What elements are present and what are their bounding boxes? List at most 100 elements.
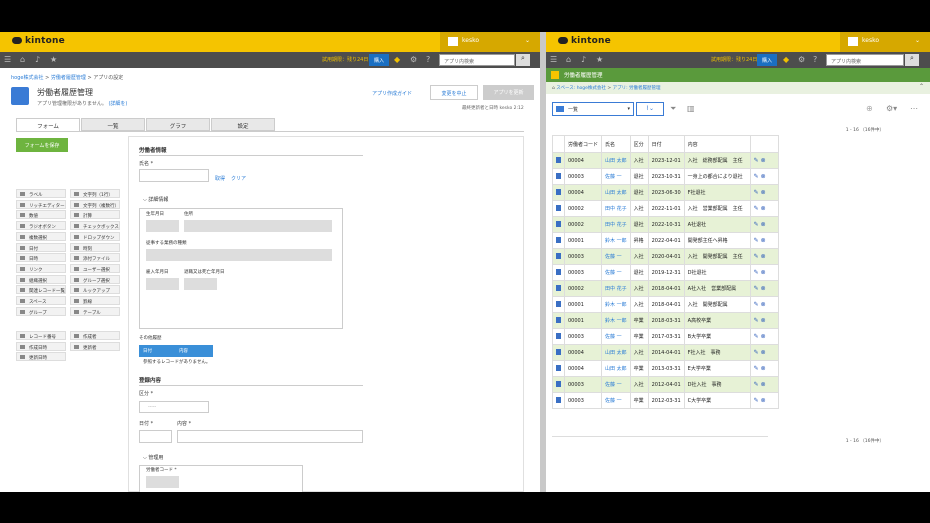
edit-icon[interactable]: ✎	[754, 333, 761, 340]
cell-name[interactable]: 鈴木 一郎	[601, 296, 631, 313]
help-icon[interactable]: ?	[426, 55, 430, 64]
delete-icon[interactable]: ⊗	[761, 269, 766, 276]
edit-icon[interactable]: ✎	[754, 253, 761, 260]
edit-icon[interactable]: ✎	[754, 381, 761, 388]
graph-select-button[interactable]: ⌇⌄	[636, 102, 664, 116]
tab-settings[interactable]: 設定	[211, 118, 275, 131]
delete-icon[interactable]: ⊗	[761, 237, 766, 244]
record-detail-cell[interactable]	[552, 376, 565, 393]
cell-name[interactable]: 田中 花子	[601, 200, 631, 217]
edit-icon[interactable]: ✎	[754, 205, 761, 212]
category-dropdown[interactable]: -----	[139, 401, 209, 413]
app-note-link[interactable]: (詳細を)	[108, 101, 127, 107]
delete-icon[interactable]: ⊗	[761, 317, 766, 324]
date-field[interactable]	[139, 430, 172, 443]
lookup-clear-link[interactable]: クリア	[231, 175, 246, 182]
palette-field[interactable]: 日付	[16, 242, 66, 252]
app-search-input[interactable]: アプリ内検索	[439, 54, 515, 66]
job-field[interactable]	[146, 249, 332, 261]
edit-icon[interactable]: ✎	[754, 221, 761, 228]
edit-icon[interactable]: ✎	[754, 269, 761, 276]
name-field[interactable]	[139, 169, 209, 182]
edit-icon[interactable]: ✎	[754, 285, 761, 292]
delete-icon[interactable]: ⊗	[761, 173, 766, 180]
star-icon[interactable]: ★	[50, 55, 57, 64]
palette-field[interactable]: 作成者	[70, 331, 120, 340]
app-search-input[interactable]: アプリ内検索	[826, 54, 904, 66]
table-row[interactable]: 00001 鈴木 一郎 卒業 2018-03-31 A高校卒業 ✎ ⊗	[552, 312, 779, 329]
bell-icon[interactable]: ♪	[35, 55, 40, 64]
content-field[interactable]	[177, 430, 363, 443]
document-icon[interactable]	[556, 236, 561, 243]
document-icon[interactable]	[556, 396, 561, 403]
breadcrumb-app[interactable]: アプリ: 労働者履歴管理	[613, 86, 661, 91]
document-icon[interactable]	[556, 172, 561, 179]
delete-icon[interactable]: ⊗	[761, 365, 766, 372]
record-detail-cell[interactable]	[552, 248, 565, 265]
record-detail-cell[interactable]	[552, 328, 565, 345]
star-icon[interactable]: ★	[596, 55, 603, 64]
bell-icon[interactable]: ♪	[581, 55, 586, 64]
col-content[interactable]: 内容	[683, 135, 751, 153]
palette-field[interactable]: ラジオボタン	[16, 221, 66, 231]
table-row[interactable]: 00003 佐藤 一入社 2020-04-01 入社 開発部配属 主任 ✎ ⊗	[552, 248, 779, 265]
hire-field[interactable]	[146, 278, 179, 290]
delete-icon[interactable]: ⊗	[761, 205, 766, 212]
palette-field[interactable]: ラベル	[16, 189, 66, 198]
palette-field[interactable]: 文字列（複数行）	[70, 199, 120, 209]
palette-field[interactable]: 数値	[16, 210, 66, 220]
table-row[interactable]: 00003 佐藤 一卒業 2012-03-31 C大学卒業 ✎ ⊗	[552, 392, 779, 409]
palette-field[interactable]: 複数選択	[16, 231, 66, 241]
more-options-icon[interactable]: ⋯	[910, 104, 918, 113]
palette-field[interactable]: 日時	[16, 253, 66, 263]
edit-icon[interactable]: ✎	[754, 237, 761, 244]
edit-icon[interactable]: ✎	[754, 397, 761, 404]
document-icon[interactable]	[556, 156, 561, 163]
menu-icon[interactable]: ☰	[550, 55, 557, 64]
cell-name[interactable]: 佐藤 一	[601, 264, 631, 281]
cell-name[interactable]: 田中 花子	[601, 216, 631, 233]
edit-icon[interactable]: ✎	[754, 301, 761, 308]
palette-field[interactable]: テーブル	[70, 306, 120, 316]
record-detail-cell[interactable]	[552, 184, 565, 201]
delete-icon[interactable]: ⊗	[761, 221, 766, 228]
palette-field[interactable]: 組織選択	[16, 274, 66, 284]
table-row[interactable]: 00004 山田 太郎 入社 2014-04-01 F社入社 事務 ✎ ⊗	[552, 344, 779, 361]
palette-field[interactable]: ルックアップ	[70, 285, 120, 295]
table-row[interactable]: 00003 佐藤 一入社 2012-04-01 D社入社 事務 ✎ ⊗	[552, 376, 779, 393]
bar-chart-icon[interactable]: ▥	[687, 104, 695, 113]
document-icon[interactable]	[556, 268, 561, 275]
table-row[interactable]: 00002 田中 花子 入社 2022-11-01 入社 営業部配属 主任 ✎ ⊗	[552, 200, 779, 217]
cancel-changes-button[interactable]: 変更を中止	[430, 85, 478, 100]
edit-icon[interactable]: ✎	[754, 157, 761, 164]
table-row[interactable]: 00004 山田 太郎 入社 2023-12-01 入社 総務部配属 主任 ✎ ⊗	[552, 152, 779, 169]
document-icon[interactable]	[556, 364, 561, 371]
palette-field[interactable]: レコード番号	[16, 331, 66, 340]
palette-field[interactable]: 更新日時	[16, 352, 66, 362]
cell-name[interactable]: 佐藤 一	[601, 328, 631, 345]
tab-list[interactable]: 一覧	[81, 118, 145, 131]
delete-icon[interactable]: ⊗	[761, 253, 766, 260]
palette-field[interactable]: グループ	[16, 306, 66, 316]
update-app-button[interactable]: アプリを更新	[483, 85, 534, 100]
document-icon[interactable]	[556, 300, 561, 307]
cell-name[interactable]: 田中 花子	[601, 280, 631, 297]
palette-field[interactable]: グループ選択	[70, 274, 120, 284]
palette-field[interactable]: ドロップダウン	[70, 231, 120, 241]
palette-field[interactable]: リンク	[16, 263, 66, 273]
delete-icon[interactable]: ⊗	[761, 381, 766, 388]
cell-name[interactable]: 佐藤 一	[601, 392, 631, 409]
beginner-icon[interactable]: ◆	[394, 55, 400, 64]
document-icon[interactable]	[556, 220, 561, 227]
palette-field[interactable]: リッチエディター	[16, 199, 66, 209]
worker-code-field[interactable]	[146, 476, 179, 488]
record-detail-cell[interactable]	[552, 152, 565, 169]
buy-button[interactable]: 購入	[757, 54, 778, 66]
palette-field[interactable]: 関連レコード一覧	[16, 285, 66, 295]
table-row[interactable]: 00001 鈴木 一郎 入社 2018-04-01 入社 開発部配属 ✎ ⊗	[552, 296, 779, 313]
record-detail-cell[interactable]	[552, 216, 565, 233]
delete-icon[interactable]: ⊗	[761, 157, 766, 164]
palette-field[interactable]: 添付ファイル	[70, 253, 120, 263]
palette-field[interactable]: スペース	[16, 296, 66, 305]
kintone-logo[interactable]: kintone	[12, 36, 65, 46]
